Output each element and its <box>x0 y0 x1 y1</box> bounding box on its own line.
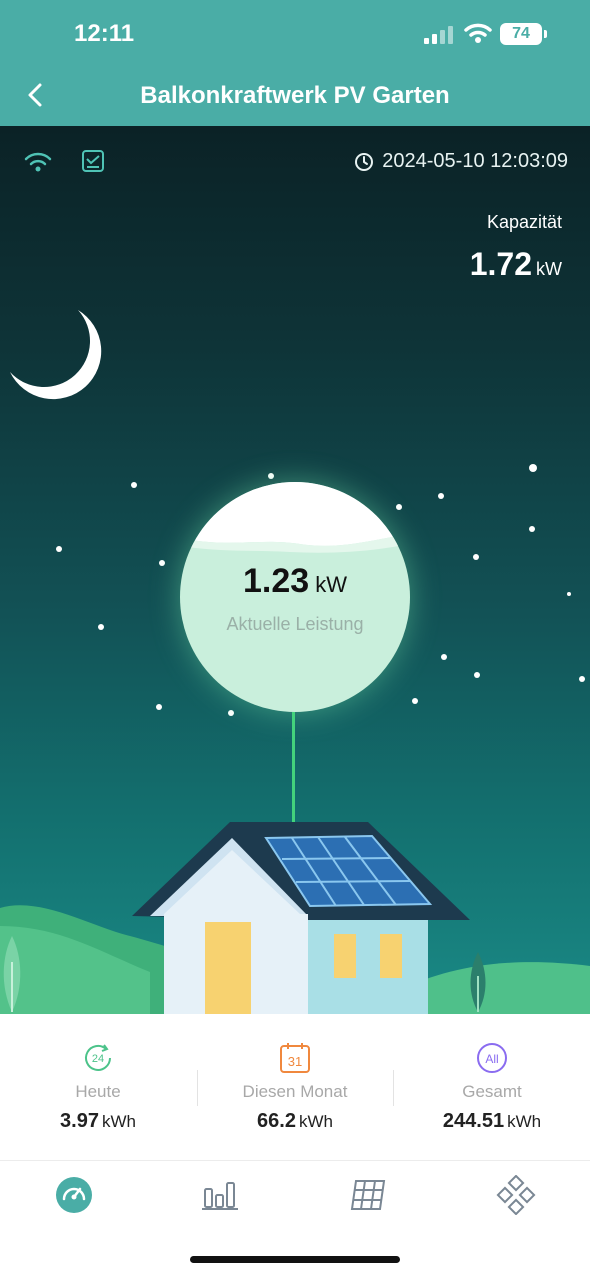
all-time-icon: All <box>477 1043 507 1073</box>
stat-month[interactable]: 31 Diesen Monat 66.2 kWh <box>197 1014 393 1160</box>
page-title: Balkonkraftwerk PV Garten <box>140 82 450 109</box>
star <box>473 554 479 560</box>
bar-chart-icon[interactable] <box>200 1175 240 1215</box>
cellular-signal-icon <box>424 26 453 44</box>
capacity-value: 1.72 kW <box>470 246 562 283</box>
star <box>579 676 585 682</box>
power-number: 1.23 <box>243 562 310 600</box>
calendar-icon: 31 <box>280 1043 310 1073</box>
last-update: 2024-05-10 12:03:09 <box>354 150 568 173</box>
stat-month-value: 66.2 kWh <box>257 1110 333 1132</box>
star <box>268 473 274 479</box>
stat-total-value: 244.51 kWh <box>442 1110 542 1132</box>
stat-today[interactable]: 24 Heute 3.97 kWh <box>0 1014 196 1160</box>
star <box>228 710 234 716</box>
star <box>156 704 162 710</box>
datetime-text: 2024-05-10 12:03:09 <box>382 150 568 172</box>
current-power-value: 1.23 kW <box>180 562 410 601</box>
star <box>529 526 535 532</box>
svg-text:31: 31 <box>288 1054 302 1069</box>
star <box>56 546 62 552</box>
stat-total-label: Gesamt <box>462 1082 522 1101</box>
capacity-number: 1.72 <box>469 246 532 282</box>
house-illustration <box>0 822 590 1014</box>
dashboard-icon[interactable] <box>54 1175 94 1215</box>
today-24h-icon: 24 <box>85 1044 111 1071</box>
solar-panel-icon[interactable] <box>348 1175 388 1215</box>
devices-icon[interactable] <box>496 1175 536 1215</box>
battery-icon: 74 <box>500 23 547 45</box>
star <box>438 493 444 499</box>
plant-scene: 2024-05-10 12:03:09 Kapazität 1.72 kW 1.2… <box>0 126 590 1014</box>
stat-month-label: Diesen Monat <box>242 1082 348 1101</box>
orb-top-wave <box>180 482 410 553</box>
home-indicator[interactable] <box>190 1256 400 1263</box>
stat-today-value: 3.97 kWh <box>60 1110 136 1132</box>
star <box>412 698 418 704</box>
star <box>567 592 571 596</box>
status-time: 12:11 <box>74 20 135 47</box>
current-power-label: Aktuelle Leistung <box>226 614 364 634</box>
svg-text:24: 24 <box>92 1053 104 1065</box>
star <box>529 464 537 472</box>
star <box>98 624 104 630</box>
app-header: Balkonkraftwerk PV Garten <box>0 64 590 126</box>
star <box>159 560 165 566</box>
wifi-status-icon[interactable] <box>24 150 52 174</box>
inverter-status-icon[interactable] <box>80 148 106 174</box>
clock-icon <box>355 152 374 171</box>
star <box>441 654 447 660</box>
moon-icon <box>10 310 102 400</box>
stat-today-label: Heute <box>75 1082 121 1101</box>
capacity-label: Kapazität <box>486 212 562 232</box>
capacity-unit: kW <box>536 259 562 279</box>
stat-total[interactable]: All Gesamt 244.51 kWh <box>394 1014 590 1160</box>
energy-stats: 24 Heute 3.97 kWh 31 Diesen Monat 66.2 kWh… <box>0 1014 590 1160</box>
wifi-icon <box>464 23 492 43</box>
star <box>474 672 480 678</box>
svg-text:All: All <box>485 1052 498 1066</box>
power-unit: kW <box>315 572 347 597</box>
status-bar: 12:11 74 <box>0 0 590 64</box>
star <box>131 482 137 488</box>
current-power-orb[interactable]: 1.23 kW Aktuelle Leistung <box>180 482 410 712</box>
